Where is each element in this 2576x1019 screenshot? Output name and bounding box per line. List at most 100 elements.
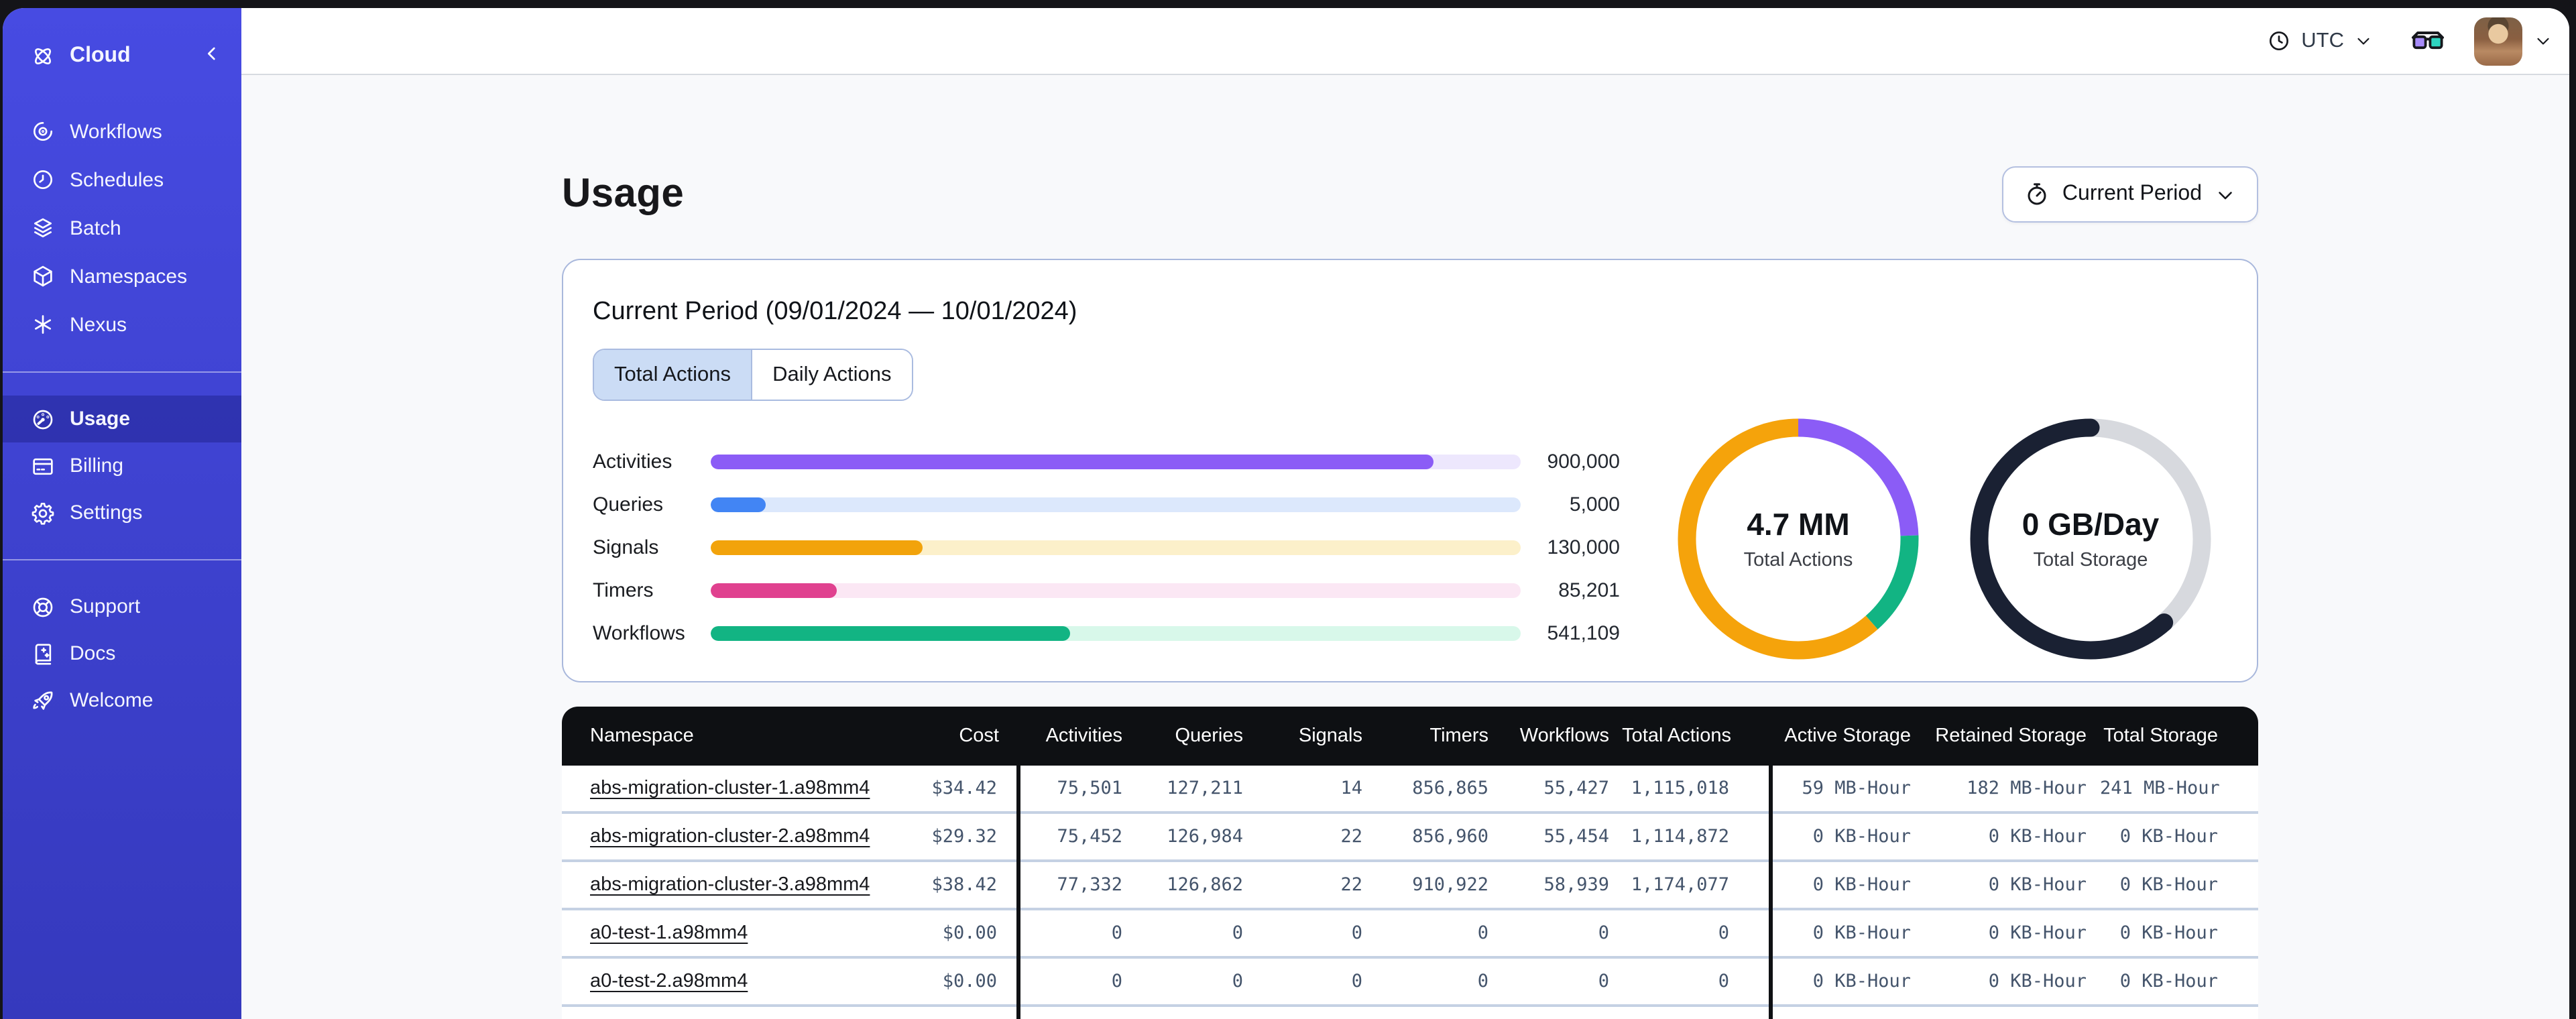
namespace-link[interactable]: abs-migration-cluster-1.a98mm4 [590,778,870,799]
value-cell: 0 KB-Hour [1768,811,1923,861]
namespace-link[interactable]: abs-migration-cluster-2.a98mm4 [590,826,870,847]
screen: Cloud Workflows Schedules Batch Namespac… [0,0,2576,1019]
value-cell: 0 KB-Hour [1768,859,1923,909]
value-cell: 75,452 [1016,811,1132,861]
value-cell: 75,501 [1016,766,1132,813]
incognito-glasses-button[interactable] [2411,29,2445,52]
bar-value: 85,201 [1558,579,1620,601]
value-cell: $0.00 [890,956,1018,1006]
stopwatch-icon [2028,183,2046,205]
value-cell: 0 [1252,908,1372,957]
namespace-link[interactable]: abs-migration-cluster-3.a98mm4 [590,874,870,896]
sidebar-item-workflows[interactable]: Workflows [3,107,241,156]
column-header-timers: Timers [1372,707,1498,766]
column-header-total-storage: Total Storage [2099,707,2258,766]
bar-track [711,583,1521,597]
sidebar-item-usage[interactable]: Usage [3,396,241,442]
value-cell: 0 [1016,1004,1132,1019]
bar-value: 541,109 [1547,621,1620,644]
main-area: UTC Usage Current Period Current Period … [241,8,2569,1019]
bar-value: 900,000 [1547,450,1620,473]
value-cell: 0 KB-Hour [1923,1004,2099,1019]
value-cell: 0 [1252,1004,1372,1019]
workflows-icon [30,118,56,145]
namespace-link[interactable]: a0-test-2.a98mm4 [590,971,748,992]
value-cell: 126,984 [1132,811,1252,861]
namespace-cell: a0-test-2.a98mm4 [562,956,890,1006]
bar-row-timers: Timers 85,201 [593,568,1620,611]
bar-track [711,454,1521,469]
chevron-down-icon [2219,191,2232,199]
actions-bar-chart: Activities 900,000 Queries 5,000 Signals 130,… [593,440,1620,660]
value-cell: 55,454 [1498,811,1619,861]
value-cell: 1,174,077 [1619,859,1770,909]
sidebar-item-nexus[interactable]: Nexus [3,300,241,349]
value-cell: 22 [1252,859,1372,909]
value-cell: 1,115,018 [1619,766,1770,813]
bar-row-signals: Signals 130,000 [593,526,1620,568]
value-cell: $0.00 [890,1004,1018,1019]
tab-daily-actions[interactable]: Daily Actions [751,350,912,400]
table-row: bk-worker-test.a98mm4$0.000000110 KB-Hou… [562,1004,2258,1019]
sidebar-item-settings[interactable]: Settings [3,489,241,536]
column-header-namespace: Namespace [562,707,890,766]
value-cell: 0 [1132,956,1252,1006]
period-selector-label: Current Period [2062,182,2202,205]
value-cell: 0 KB-Hour [1923,811,2099,861]
topbar: UTC [241,8,2569,75]
value-cell: 0 [1132,908,1252,957]
docs-icon [30,640,56,667]
table-row: a0-test-1.a98mm4 $0.00 0 0 0 0 0 0 0 KB-Hour 0 KB… [562,908,2258,957]
table-row: abs-migration-cluster-3.a98mm4 $38.42 77,3… [562,859,2258,909]
support-icon [30,593,56,620]
total-actions-value: 4.7 MM [1747,507,1850,542]
bar-fill [711,454,1434,469]
value-cell: 0 [1372,956,1498,1006]
tab-total-actions[interactable]: Total Actions [594,350,752,400]
value-cell: 0 [1372,1004,1498,1019]
chevron-down-icon [2537,38,2549,45]
bar-value: 130,000 [1547,536,1620,558]
column-header-queries: Queries [1132,707,1252,766]
sidebar-item-welcome[interactable]: Welcome [3,677,241,724]
timezone-selector[interactable]: UTC [2266,28,2374,54]
sidebar-collapse-button[interactable] [201,42,223,70]
namespace-cell: bk-worker-test.a98mm4 [562,1004,890,1019]
sidebar-item-namespaces[interactable]: Namespaces [3,252,241,300]
column-header-cost: Cost [890,707,1018,766]
sidebar-item-support[interactable]: Support [3,583,241,630]
bar-track [711,497,1521,512]
bar-fill [711,625,1070,640]
billing-icon [30,453,56,479]
nexus-icon [30,311,56,338]
sidebar-item-billing[interactable]: Billing [3,442,241,489]
value-cell: 0 KB-Hour [1768,908,1923,957]
bar-value: 5,000 [1569,493,1620,516]
sidebar-item-batch[interactable]: Batch [3,204,241,252]
bar-track [711,540,1521,554]
value-cell: 0 [1372,908,1498,957]
current-period-card: Current Period (09/01/2024 — 10/01/2024)… [562,259,2258,682]
avatar[interactable] [2474,17,2522,65]
sidebar-item-docs[interactable]: Docs [3,630,241,677]
value-cell: 0 [1498,908,1619,957]
schedules-icon [30,166,56,193]
total-actions-donut: 4.7 MM Total Actions [1678,418,1919,660]
period-selector-button[interactable]: Current Period [2001,166,2258,223]
clock-icon [2270,31,2289,51]
value-cell: 0 [1619,956,1770,1006]
bar-label: Workflows [593,621,685,644]
temporal-logo-icon [30,43,56,70]
value-cell: 910,922 [1372,859,1498,909]
app-window: Cloud Workflows Schedules Batch Namespac… [3,8,2569,1019]
glasses-icon [2412,32,2444,50]
value-cell: 0 KB-Hour [1768,1004,1923,1019]
column-header-signals: Signals [1252,707,1372,766]
user-menu[interactable] [2474,17,2553,65]
sidebar-divider [3,559,241,560]
value-cell: $0.00 [890,908,1018,957]
sidebar-item-schedules[interactable]: Schedules [3,156,241,204]
value-cell: 1 [1498,1004,1619,1019]
namespace-link[interactable]: a0-test-1.a98mm4 [590,922,748,944]
sidebar-brand: Cloud [3,35,241,78]
